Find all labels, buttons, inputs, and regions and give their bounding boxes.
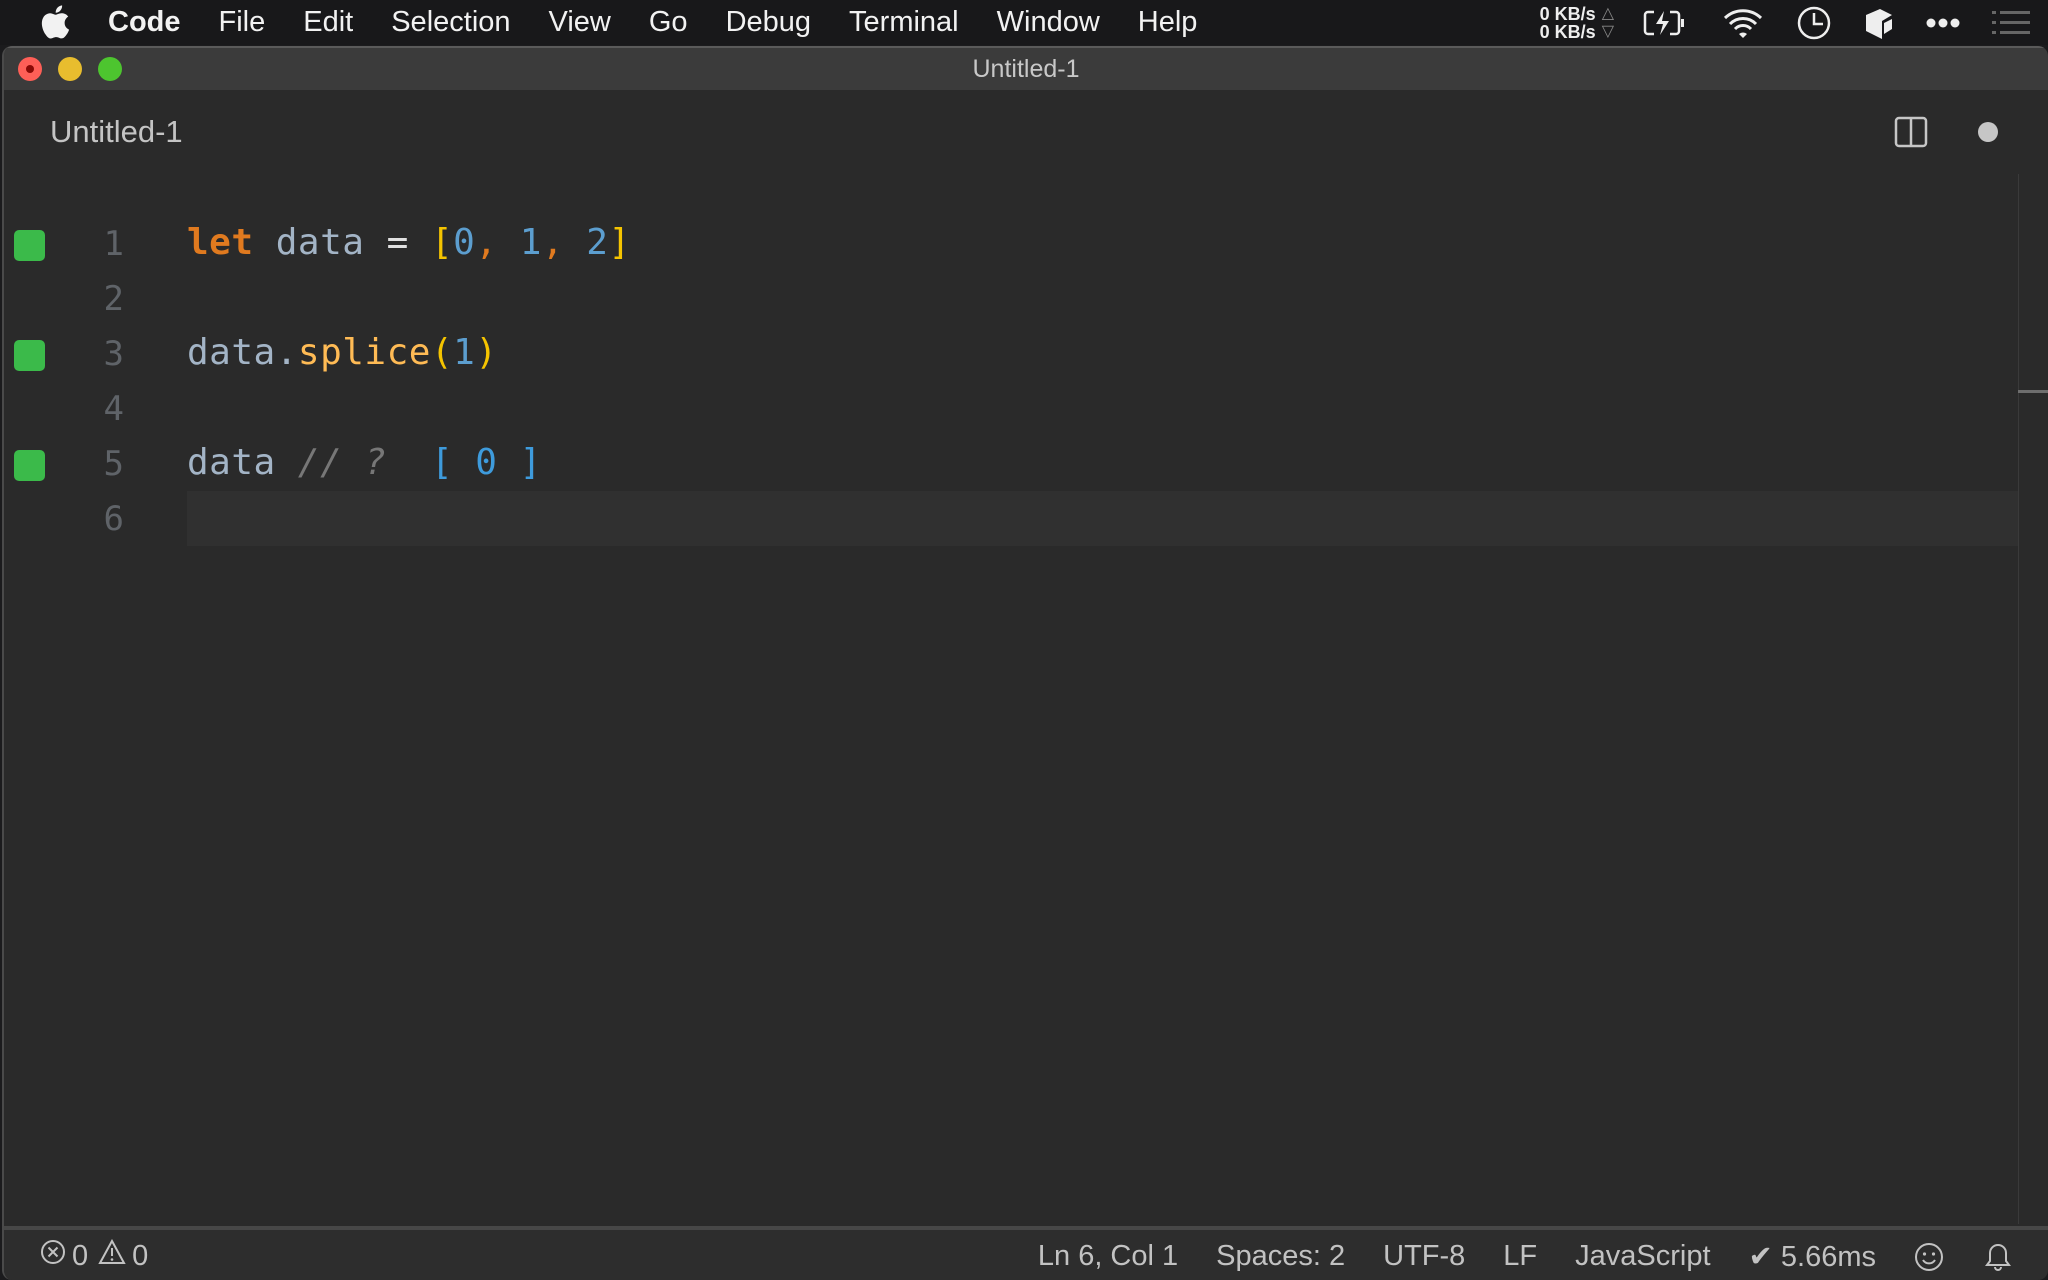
line-code: data // ? [ 0 ] [187, 442, 542, 483]
box-app-icon[interactable] [1864, 5, 1894, 41]
split-editor-icon[interactable] [1894, 116, 1928, 153]
menu-help[interactable]: Help [1138, 6, 1198, 39]
code-token: [ [430, 222, 454, 263]
line-number: 3 [103, 334, 124, 374]
code-token: ] [608, 222, 631, 263]
notifications-bell-icon[interactable] [1984, 1242, 2012, 1272]
down-arrow-icon: ▽ [1601, 22, 1614, 40]
network-speed[interactable]: 0 KB/s 0 KB/s [1540, 5, 1596, 41]
line-number: 4 [103, 389, 124, 429]
code-token: // ? [297, 442, 387, 483]
menu-window[interactable]: Window [997, 6, 1100, 39]
error-count: 0 [72, 1239, 89, 1272]
list-icon[interactable] [1992, 10, 2030, 36]
menu-terminal[interactable]: Terminal [849, 6, 959, 39]
more-icon[interactable] [1926, 17, 1960, 29]
code-token: ( [430, 332, 454, 373]
current-line-highlight [187, 491, 2018, 546]
end-of-line[interactable]: LF [1503, 1240, 1537, 1273]
code-line[interactable]: 2 [4, 271, 2018, 326]
net-download-speed: 0 KB/s [1539, 21, 1596, 42]
code-line[interactable]: 1 let data = [0, 1, 2] [4, 216, 2018, 271]
problems-indicator[interactable]: 0 0 [40, 1238, 158, 1273]
code-token: data [275, 222, 365, 263]
cursor-position[interactable]: Ln 6, Col 1 [1038, 1240, 1178, 1273]
coverage-indicator-icon [14, 450, 45, 481]
line-code: data.splice(1) [187, 332, 498, 373]
menu-view[interactable]: View [549, 6, 611, 39]
code-editor[interactable]: 1 let data = [0, 1, 2] 2 3 data.splice(1) 4 5 d… [4, 176, 2048, 1226]
code-token: = [364, 222, 431, 263]
indentation-setting[interactable]: Spaces: 2 [1216, 1240, 1345, 1273]
code-line[interactable]: 5 data // ? [ 0 ] [4, 436, 2018, 491]
menu-file[interactable]: File [219, 6, 266, 39]
menu-go[interactable]: Go [649, 6, 688, 39]
tab-bar: Untitled-1 [4, 90, 2048, 175]
code-token: , [475, 222, 498, 263]
menu-app-name[interactable]: Code [108, 6, 181, 39]
vscode-window: Untitled-1 Untitled-1 1 let data = [0, 1,… [2, 46, 2048, 1280]
error-circle-icon [40, 1239, 66, 1273]
code-token: , [541, 222, 565, 263]
scrollbar-cursor-indicator [2018, 390, 2048, 393]
coverage-indicator-icon [14, 230, 45, 261]
coverage-indicator-icon [14, 340, 45, 371]
code-token: ) [475, 332, 498, 373]
code-token: 1 [453, 332, 476, 373]
wifi-icon[interactable] [1722, 7, 1764, 39]
unsaved-changes-dot-icon[interactable] [1978, 122, 1998, 142]
quokka-timing[interactable]: ✔ 5.66ms [1749, 1239, 1876, 1274]
status-bar: 0 0 Ln 6, Col 1 Spaces: 2 UTF-8 LF JavaS… [4, 1226, 2048, 1280]
warning-triangle-icon [98, 1238, 126, 1273]
net-arrows: △ ▽ [1602, 5, 1614, 41]
code-token: let [187, 222, 254, 263]
code-token: 0 [453, 222, 476, 263]
macos-menu-bar: Code File Edit Selection View Go Debug T… [0, 0, 2048, 45]
menu-selection[interactable]: Selection [391, 6, 510, 39]
inline-result: [ 0 ] [430, 442, 542, 483]
file-encoding[interactable]: UTF-8 [1383, 1240, 1465, 1273]
battery-charging-icon[interactable] [1642, 8, 1690, 38]
code-line[interactable]: 3 data.splice(1) [4, 326, 2018, 381]
line-number: 6 [103, 499, 124, 539]
net-upload-speed: 0 KB/s [1539, 3, 1596, 24]
feedback-smiley-icon[interactable] [1914, 1242, 1944, 1272]
code-token: 2 [586, 222, 609, 263]
window-title: Untitled-1 [972, 55, 1080, 83]
code-line[interactable]: 6 [4, 491, 2018, 546]
warning-count: 0 [132, 1239, 149, 1272]
code-token: splice [297, 332, 431, 373]
clock-icon[interactable] [1796, 5, 1832, 41]
up-arrow-icon: △ [1601, 4, 1614, 22]
code-line[interactable]: 4 [4, 381, 2018, 436]
code-token: 1 [519, 222, 542, 263]
line-number: 5 [103, 444, 124, 484]
editor-scrollbar[interactable] [2018, 174, 2048, 1224]
tab-untitled-1[interactable]: Untitled-1 [50, 114, 183, 150]
title-bar[interactable]: Untitled-1 [4, 46, 2048, 90]
code-token: data [187, 442, 276, 483]
line-number: 2 [103, 279, 124, 319]
language-mode[interactable]: JavaScript [1575, 1240, 1710, 1273]
code-token: . [275, 332, 298, 373]
menu-debug[interactable]: Debug [726, 6, 811, 39]
apple-logo-icon[interactable] [40, 5, 70, 39]
menu-edit[interactable]: Edit [303, 6, 353, 39]
line-code: let data = [0, 1, 2] [187, 222, 631, 263]
line-number: 1 [103, 224, 124, 264]
code-token: data [187, 332, 276, 373]
